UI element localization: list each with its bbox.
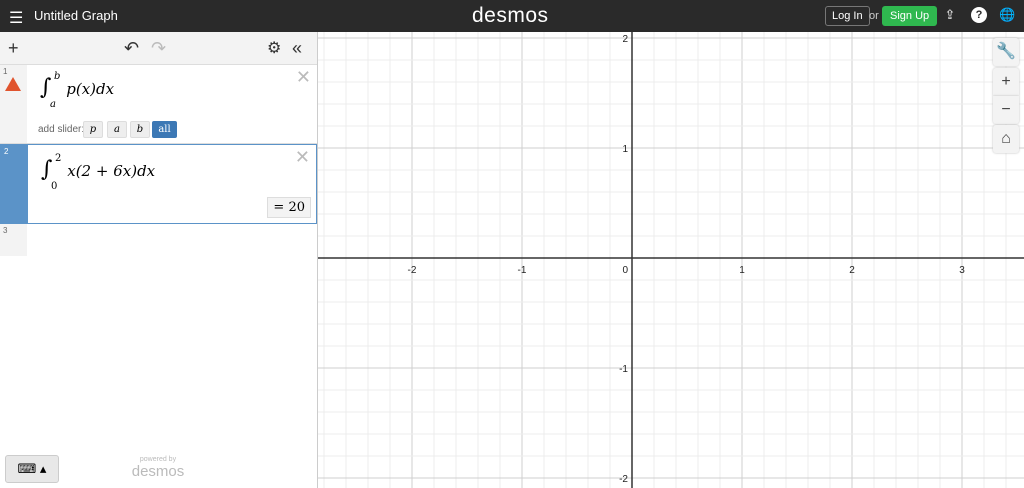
expression-index: 1 [3, 67, 8, 76]
powered-by-brand: desmos [131, 463, 185, 480]
x-tick-label: -2 [408, 265, 417, 276]
collapse-panel-button[interactable]: « [292, 38, 302, 59]
x-tick-label: 1 [739, 265, 745, 276]
delete-expression-icon[interactable]: ✕ [296, 67, 311, 88]
expression-math[interactable]: ∫ b a p(x)dx [40, 71, 115, 110]
zoom-out-button[interactable]: − [993, 96, 1019, 124]
expression-index: 3 [3, 226, 8, 235]
expression-panel: + ↶ ↷ ⚙ « 1 ∫ b a p(x)dx ✕ add slider: p… [0, 32, 318, 488]
delete-expression-icon[interactable]: ✕ [295, 147, 310, 168]
expression-gutter: 1 [0, 65, 27, 143]
graph-settings-wrench-icon[interactable]: 🔧 [993, 38, 1019, 66]
redo-button[interactable]: ↷ [151, 38, 166, 59]
globe-icon[interactable]: 🌐 [999, 7, 1015, 23]
slider-a-button[interactable]: a [107, 121, 127, 138]
undo-button[interactable]: ↶ [124, 38, 139, 59]
upper-bound: b [54, 71, 61, 82]
x-tick-label: 2 [849, 265, 855, 276]
x-tick-label: 0 [622, 265, 628, 276]
lower-bound: a [50, 99, 56, 110]
upper-bound: 2 [55, 153, 62, 164]
add-expression-button[interactable]: + [8, 38, 19, 59]
help-icon[interactable]: ? [971, 7, 987, 23]
desmos-logo: desmos [472, 4, 549, 27]
expression-row-2[interactable]: 2 ∫ 2 0 x(2 + 6x)dx ✕ = 20 [0, 144, 317, 224]
y-tick-label: -2 [619, 474, 628, 485]
settings-button[interactable]: ⚙ [267, 38, 281, 58]
powered-by-desmos[interactable]: powered by desmos [130, 456, 186, 480]
powered-by-text: powered by [139, 456, 177, 463]
hamburger-icon[interactable]: ☰ [9, 8, 23, 28]
integrand: x(2 + 6x)dx [67, 162, 156, 180]
or-text: or [869, 10, 879, 22]
expression-index: 2 [4, 147, 9, 156]
slider-all-button[interactable]: all [152, 121, 177, 138]
expression-math[interactable]: ∫ 2 0 x(2 + 6x)dx [41, 153, 156, 192]
expression-gutter: 2 [1, 145, 28, 223]
login-button[interactable]: Log In [825, 6, 870, 26]
expression-gutter: 3 [0, 224, 27, 256]
y-tick-label: 2 [622, 34, 628, 45]
graph-canvas[interactable]: -2 -1 0 1 2 3 2 1 -1 -2 [318, 32, 1024, 488]
integrand: p(x)dx [66, 80, 115, 98]
evaluation-result: = 20 [267, 197, 311, 218]
graph-title[interactable]: Untitled Graph [34, 8, 118, 23]
x-tick-label: -1 [518, 265, 527, 276]
signup-button[interactable]: Sign Up [882, 6, 938, 26]
top-bar: ☰ Untitled Graph desmos Log In or Sign U… [0, 0, 1024, 32]
warning-icon[interactable] [5, 77, 21, 91]
zoom-in-button[interactable]: + [993, 68, 1019, 96]
expression-row-1[interactable]: 1 ∫ b a p(x)dx ✕ add slider: p a b all [0, 65, 317, 144]
integral-sign: ∫ [40, 75, 52, 100]
share-icon[interactable]: ⇪ [942, 7, 958, 23]
slider-p-button[interactable]: p [83, 121, 103, 138]
home-icon[interactable]: ⌂ [993, 125, 1019, 153]
expression-toolbar: + ↶ ↷ ⚙ « [0, 32, 317, 65]
x-tick-label: 3 [959, 265, 965, 276]
add-slider-label: add slider: [38, 124, 85, 135]
lower-bound: 0 [51, 181, 58, 192]
expression-row-3[interactable]: 3 [0, 224, 317, 256]
y-tick-label: 1 [622, 144, 628, 155]
keyboard-toggle-button[interactable]: ⌨ ▴ [5, 455, 59, 483]
integral-sign: ∫ [41, 157, 53, 182]
slider-b-button[interactable]: b [130, 121, 150, 138]
y-tick-label: -1 [619, 364, 628, 375]
